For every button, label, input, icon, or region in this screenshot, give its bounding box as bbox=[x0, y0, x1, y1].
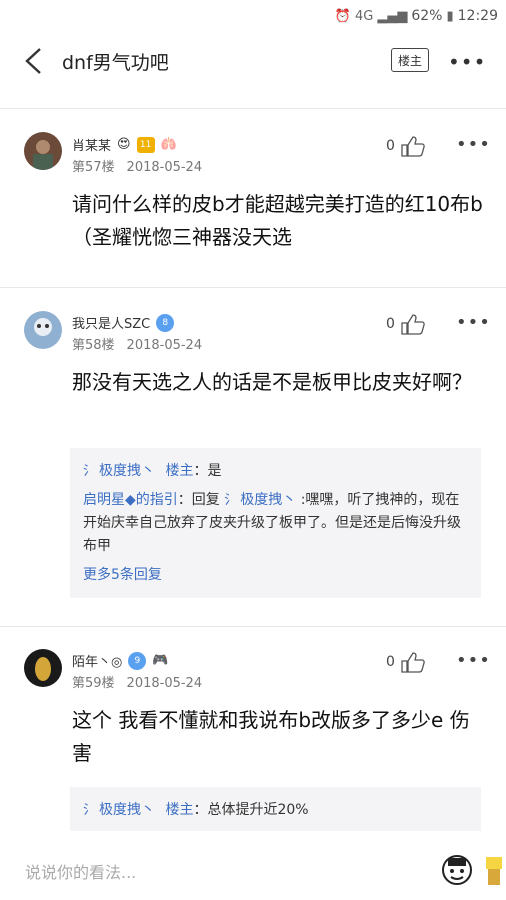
lungs-icon: 🫁 bbox=[160, 137, 177, 152]
post-floor-58: 我只是人SZC 8 第58楼 2018-05-24 0 ••• 那没有天选之人的话… bbox=[0, 288, 506, 626]
sticker-figure-icon[interactable] bbox=[482, 855, 506, 887]
forum-title[interactable]: dnf男气功吧 bbox=[62, 48, 169, 75]
user-tag-icon: 氵 bbox=[83, 464, 97, 479]
clock: 12:29 bbox=[457, 8, 498, 24]
reply-box: 氵极度拽丶 楼主：总体提升近20% bbox=[70, 787, 481, 831]
username[interactable]: 陌年丶◎ bbox=[72, 651, 122, 670]
reply-item[interactable]: 启明星◆的指引：回复 氵极度拽丶 :嘿嘿，听了拽神的，现在开始庆幸自己放弃了皮夹… bbox=[83, 489, 468, 558]
only-op-button[interactable]: 楼主 bbox=[391, 48, 429, 72]
more-options-icon[interactable]: ••• bbox=[448, 50, 486, 74]
comment-input-bar[interactable]: 说说你的看法... bbox=[0, 840, 506, 900]
avatar[interactable] bbox=[24, 132, 62, 170]
op-label: 楼主 bbox=[165, 802, 194, 818]
user-tag-icon: 氵 bbox=[83, 803, 97, 818]
post-meta: 第58楼 2018-05-24 bbox=[72, 334, 202, 353]
thumbs-up-icon bbox=[401, 314, 425, 335]
username[interactable]: 肖某某 bbox=[72, 135, 111, 154]
avatar[interactable] bbox=[24, 649, 62, 687]
back-arrow-icon[interactable] bbox=[22, 47, 46, 75]
post-content: 请问什么样的皮b才能超越完美打造的红10布b（圣耀恍惚三神器没天选 bbox=[72, 192, 483, 249]
floor-number: 第58楼 bbox=[72, 338, 115, 353]
level-badge: 8 bbox=[156, 313, 175, 332]
post-more-icon[interactable]: ••• bbox=[456, 650, 491, 671]
username[interactable]: 我只是人SZC bbox=[72, 313, 150, 332]
status-bar: ⏰ 4G ▂▄▆ 62% ▮ 12:29 bbox=[0, 0, 506, 32]
like-button[interactable]: 0 bbox=[386, 650, 425, 674]
battery-level: 62% bbox=[411, 8, 443, 24]
alarm-icon: ⏰ bbox=[334, 8, 351, 24]
comment-input[interactable]: 说说你的看法... bbox=[25, 859, 136, 883]
op-label: 楼主 bbox=[165, 463, 194, 479]
like-count: 0 bbox=[386, 138, 395, 154]
gamepad-icon: 🎮 bbox=[152, 653, 169, 668]
reply-author[interactable]: 极度拽丶 bbox=[99, 463, 155, 479]
post-date: 2018-05-24 bbox=[126, 676, 203, 691]
username-row: 我只是人SZC 8 bbox=[72, 313, 175, 332]
user-tag-icon: 氵 bbox=[224, 493, 238, 508]
level-badge: 9 bbox=[128, 651, 147, 670]
sticker-face-icon[interactable] bbox=[440, 853, 474, 887]
reply-target[interactable]: 极度拽丶 bbox=[240, 492, 296, 508]
post-date: 2018-05-24 bbox=[126, 160, 203, 175]
reply-prefix: ：回复 bbox=[177, 492, 220, 508]
post-date: 2018-05-24 bbox=[126, 338, 203, 353]
reply-box: 氵极度拽丶 楼主：是 启明星◆的指引：回复 氵极度拽丶 :嘿嘿，听了拽神的，现在… bbox=[70, 448, 481, 598]
level-badge: 11 bbox=[136, 136, 155, 153]
thumbs-up-icon bbox=[401, 136, 425, 157]
floor-number: 第59楼 bbox=[72, 676, 115, 691]
like-count: 0 bbox=[386, 654, 395, 670]
username-row: 陌年丶◎ 9 🎮 bbox=[72, 651, 169, 670]
post-more-icon[interactable]: ••• bbox=[456, 312, 491, 333]
reply-text: ：是 bbox=[193, 463, 222, 479]
more-replies-link[interactable]: 更多5条回复 bbox=[83, 564, 468, 587]
floor-number: 第57楼 bbox=[72, 160, 115, 175]
post-content: 那没有天选之人的话是不是板甲比皮夹好啊？ bbox=[72, 370, 472, 394]
post-floor-57: 肖某某 😍 11 🫁 第57楼 2018-05-24 0 ••• 请问什么样的皮b… bbox=[0, 108, 506, 286]
post-more-icon[interactable]: ••• bbox=[456, 134, 491, 155]
reply-author[interactable]: 极度拽丶 bbox=[99, 802, 155, 818]
reply-item[interactable]: 氵极度拽丶 楼主：总体提升近20% bbox=[83, 799, 468, 822]
network-indicator: 4G bbox=[355, 8, 374, 24]
reply-author[interactable]: 启明星◆的指引 bbox=[83, 492, 178, 508]
emoji-face-icon: 😍 bbox=[117, 137, 131, 152]
top-nav-bar: dnf男气功吧 楼主 ••• bbox=[0, 32, 506, 90]
username-row: 肖某某 😍 11 🫁 bbox=[72, 135, 177, 154]
post-meta: 第59楼 2018-05-24 bbox=[72, 672, 202, 691]
reply-item[interactable]: 氵极度拽丶 楼主：是 bbox=[83, 460, 468, 483]
avatar[interactable] bbox=[24, 311, 62, 349]
like-count: 0 bbox=[386, 316, 395, 332]
signal-icon: ▂▄▆ bbox=[377, 8, 408, 24]
post-floor-59: 陌年丶◎ 9 🎮 第59楼 2018-05-24 0 ••• 这个 我看不懂就和我… bbox=[0, 627, 506, 840]
thumbs-up-icon bbox=[401, 652, 425, 673]
post-content: 这个 我看不懂就和我说布b改版多了多少e 伤害 bbox=[72, 708, 470, 765]
reply-text: ：总体提升近20% bbox=[193, 802, 309, 818]
battery-icon: ▮ bbox=[446, 8, 454, 24]
like-button[interactable]: 0 bbox=[386, 312, 425, 336]
post-meta: 第57楼 2018-05-24 bbox=[72, 156, 202, 175]
like-button[interactable]: 0 bbox=[386, 134, 425, 158]
